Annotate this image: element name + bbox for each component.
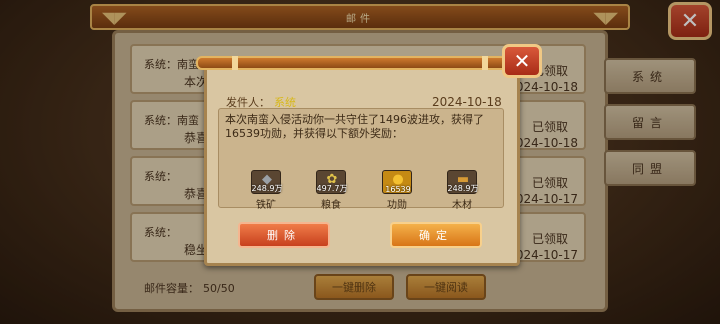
delete-mail-button[interactable]: 删除 [238,222,330,248]
reward-name: 功勋 [387,200,407,211]
reward-name: 粮食 [321,200,341,211]
header-notch [232,56,238,70]
grain-icon: ✿ 497.7万 [316,170,347,194]
reward-item[interactable]: ● 16539 功勋 [381,170,413,211]
confirm-button[interactable]: 确定 [390,222,482,248]
mail-body: 本次南蛮入侵活动你一共守住了1496波进攻，获得了16539功勋，并获得以下额外… [225,113,484,140]
mail-date: 2024-10-18 [432,95,502,109]
ore-icon: ◆ 248.9万 [251,170,282,194]
merit-medal-icon: ● 16539 [382,170,412,194]
reward-qty: 497.7万 [316,184,348,193]
reward-qty: 16539 [385,185,411,194]
reward-qty: 248.9万 [447,184,479,193]
reward-item[interactable]: ▬ 248.9万 木材 [446,170,478,211]
dialog-header-bar [196,56,520,70]
close-icon: ✕ [513,49,531,73]
reward-name: 铁矿 [256,200,276,211]
reward-item[interactable]: ✿ 497.7万 粮食 [315,170,347,211]
header-notch [482,56,488,70]
reward-name: 木材 [452,200,472,211]
close-dialog-button[interactable]: ✕ [502,44,542,78]
reward-item[interactable]: ◆ 248.9万 铁矿 [250,170,282,211]
reward-qty: 248.9万 [251,184,283,193]
wood-icon: ▬ 248.9万 [447,170,478,194]
